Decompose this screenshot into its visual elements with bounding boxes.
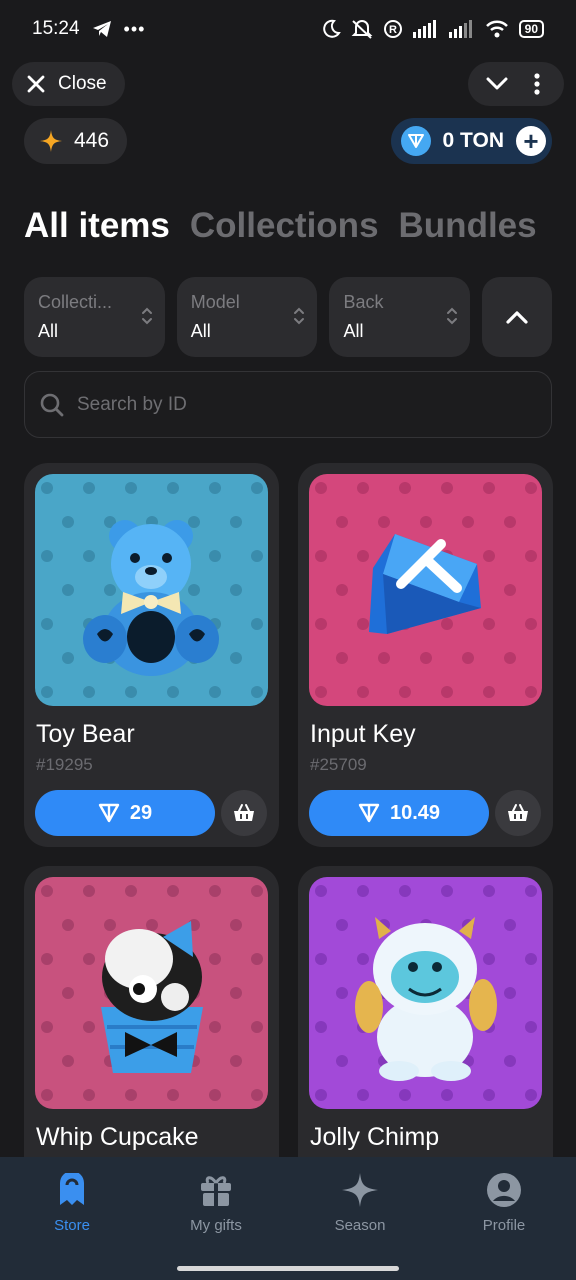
status-time: 15:24: [32, 18, 80, 39]
gift-name: Input Key: [310, 720, 416, 748]
basket-icon: [508, 804, 528, 821]
gift-number: #25709: [310, 755, 367, 774]
add-to-cart-button[interactable]: [495, 790, 541, 836]
updown-chevron-icon: [447, 307, 458, 325]
profile-icon: [487, 1173, 521, 1207]
gift-name: Whip Cupcake: [36, 1123, 199, 1151]
search-input[interactable]: [77, 393, 497, 416]
registered-icon: R: [383, 20, 402, 38]
filter-label: Back: [343, 292, 384, 312]
bottom-navigation: Store My gifts Season Profile: [0, 1157, 576, 1280]
stars-count: 446: [74, 129, 110, 152]
tab-bundles[interactable]: Bundles: [399, 206, 537, 246]
jolly-chimp-image: [355, 917, 497, 1081]
buy-button[interactable]: 29: [35, 790, 215, 836]
chevron-up-icon: [506, 311, 528, 324]
input-key-image: [369, 534, 481, 634]
section-tabs: All items Collections Bundles: [24, 206, 537, 246]
gift-name: Jolly Chimp: [310, 1123, 440, 1151]
top-bar: Close: [12, 62, 564, 106]
gift-image: [35, 474, 268, 706]
collection-filter[interactable]: Collecti... All: [24, 277, 165, 357]
nav-my-gifts[interactable]: My gifts: [144, 1157, 288, 1280]
filter-value: All: [38, 321, 59, 341]
gift-icon: [201, 1176, 231, 1206]
filter-label: Collecti...: [38, 292, 113, 312]
toy-bear-image: [83, 520, 219, 676]
tab-all-items[interactable]: All items: [24, 206, 170, 246]
back-filter[interactable]: Back All: [329, 277, 471, 357]
filter-label: Model: [190, 292, 240, 312]
moon-icon: [322, 19, 341, 38]
battery-indicator: 90: [518, 20, 544, 38]
gift-card-input-key[interactable]: Input Key #25709 10.49: [298, 463, 553, 847]
gift-card-toy-bear[interactable]: Toy Bear #19295 29: [24, 463, 279, 847]
items-grid: Toy Bear #19295 29 Input Key #25709 10.4…: [24, 463, 553, 1250]
filter-value: All: [190, 321, 211, 341]
ton-icon: [400, 126, 431, 156]
search-icon: [40, 393, 64, 416]
close-button[interactable]: Close: [12, 62, 125, 106]
chevron-down-icon[interactable]: [486, 77, 508, 91]
buy-price: 10.49: [389, 801, 441, 824]
home-indicator: [177, 1266, 399, 1271]
updown-chevron-icon: [294, 307, 305, 325]
wifi-icon: [485, 20, 508, 38]
mute-icon: [351, 20, 373, 39]
gift-image: [309, 877, 542, 1109]
nav-label: Profile: [482, 1217, 526, 1234]
buy-button[interactable]: 10.49: [309, 790, 489, 836]
stars-balance[interactable]: 446: [24, 118, 128, 164]
close-icon: [27, 75, 45, 93]
svg-text:R: R: [389, 24, 397, 36]
basket-icon: [234, 804, 254, 821]
gift-number: #19295: [36, 755, 93, 774]
telegram-icon: [92, 21, 111, 37]
nav-season[interactable]: Season: [288, 1157, 432, 1280]
nav-profile[interactable]: Profile: [432, 1157, 576, 1280]
gift-image: [309, 474, 542, 706]
nav-store[interactable]: Store: [0, 1157, 144, 1280]
star-icon: [40, 130, 62, 152]
menu-buttons: [468, 62, 564, 106]
close-label: Close: [58, 73, 107, 94]
updown-chevron-icon: [141, 307, 152, 325]
signal-icon-2: [448, 20, 472, 38]
signal-icon: [412, 20, 436, 38]
whip-cupcake-image: [101, 921, 203, 1073]
balance-row: 446 0 TON +: [24, 118, 552, 164]
ton-icon: [358, 803, 380, 823]
gift-name: Toy Bear: [36, 720, 135, 748]
search-box: [24, 371, 552, 438]
filter-value: All: [343, 321, 364, 341]
nav-label: Store: [54, 1217, 90, 1234]
more-dots-icon: •••: [123, 18, 146, 39]
add-to-cart-button[interactable]: [221, 790, 267, 836]
ton-icon: [98, 803, 120, 823]
gift-image: [35, 877, 268, 1109]
buy-row: 29: [35, 790, 267, 836]
nav-label: Season: [334, 1217, 386, 1234]
status-bar: 15:24 ••• R 90: [0, 0, 576, 58]
ton-balance[interactable]: 0 TON +: [390, 118, 552, 164]
sparkle-icon: [342, 1173, 378, 1207]
ton-amount: 0 TON: [442, 129, 504, 152]
buy-price: 29: [129, 801, 153, 824]
collapse-filters-button[interactable]: [482, 277, 552, 357]
nav-label: My gifts: [190, 1217, 242, 1234]
buy-row: 10.49: [309, 790, 541, 836]
add-funds-icon[interactable]: +: [516, 126, 546, 156]
filters-row: Collecti... All Model All Back All: [24, 277, 552, 357]
store-icon: [60, 1173, 84, 1205]
more-vertical-icon[interactable]: [534, 73, 540, 95]
model-filter[interactable]: Model All: [176, 277, 318, 357]
tab-collections[interactable]: Collections: [190, 206, 379, 246]
